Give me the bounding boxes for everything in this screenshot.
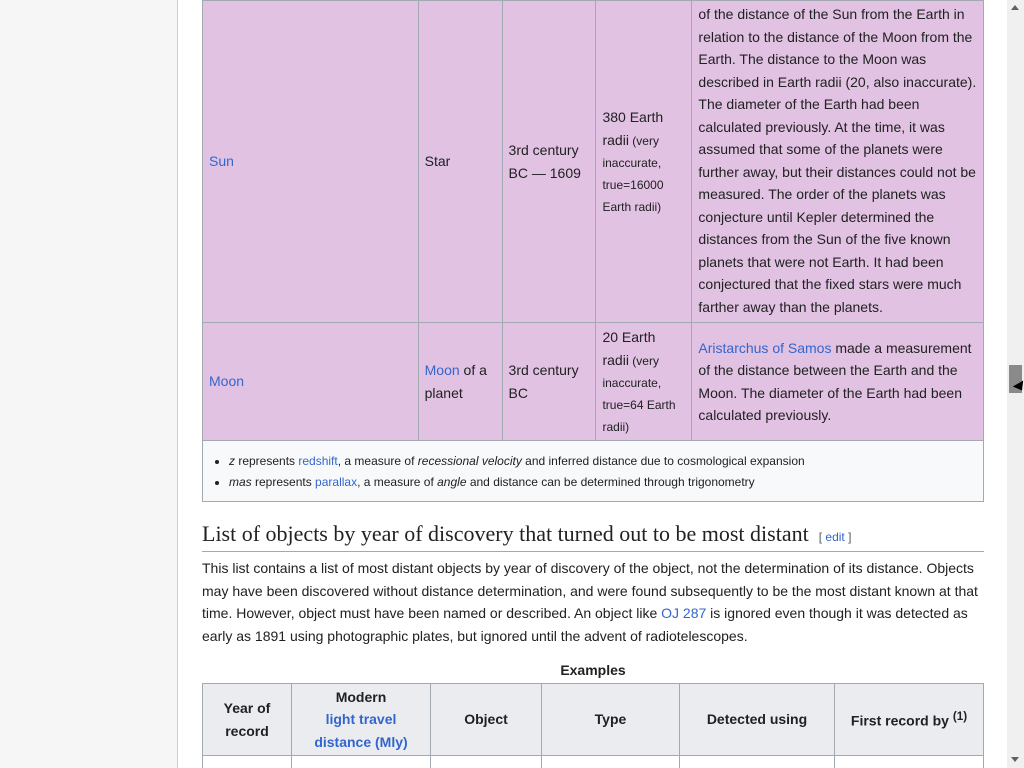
section-heading-text: List of objects by year of discovery tha…: [202, 521, 809, 546]
period-cell: 3rd century BC — 1609: [501, 0, 597, 323]
type-cell: Moon of a planet: [417, 322, 503, 441]
table-header-row: Year of record Modern light travel distan…: [202, 683, 984, 756]
header-object[interactable]: Object: [430, 683, 542, 756]
article-content: Sun Star 3rd century BC — 1609 380 Earth…: [177, 0, 1007, 768]
period-cell: 3rd century BC: [501, 322, 597, 441]
distance-cell: 20 Earth radii (very inaccurate, true=64…: [595, 322, 693, 441]
header-year[interactable]: Year of record: [202, 683, 292, 756]
sun-link[interactable]: Sun: [209, 153, 234, 169]
header-detected-using[interactable]: Detected using: [679, 683, 835, 756]
footnote-text: represents: [235, 454, 299, 468]
table-cell: [291, 755, 431, 768]
table-row: Sun Star 3rd century BC — 1609 380 Earth…: [202, 0, 984, 323]
footnote-item: z represents redshift, a measure of rece…: [229, 451, 973, 472]
distance-table: Sun Star 3rd century BC — 1609 380 Earth…: [202, 0, 984, 441]
header-modern-text: Modern: [335, 688, 387, 705]
light-travel-distance-link[interactable]: light travel distance (Mly): [314, 711, 407, 750]
header-type[interactable]: Type: [541, 683, 680, 756]
distance-cell: 380 Earth radii (very inaccurate, true=1…: [595, 0, 693, 323]
table-row: Moon Moon of a planet 3rd century BC 20 …: [202, 322, 984, 441]
table-cell: [202, 755, 292, 768]
header-first-sup: (1): [952, 710, 968, 724]
type-cell: Star: [417, 0, 503, 323]
footnote-text: represents: [251, 475, 316, 489]
object-cell: Sun: [202, 0, 419, 323]
moon-link[interactable]: Moon: [209, 373, 244, 389]
examples-table: Year of record Modern light travel distan…: [202, 683, 984, 768]
aristarchus-link[interactable]: Aristarchus of Samos: [698, 340, 831, 356]
section-heading: List of objects by year of discovery tha…: [202, 521, 984, 552]
examples-caption: Examples: [560, 662, 626, 678]
table-cell: [834, 755, 984, 768]
edit-link[interactable]: edit: [825, 530, 844, 544]
object-cell: Moon: [202, 322, 419, 441]
footnotes-box: z represents redshift, a measure of rece…: [202, 441, 984, 502]
footnote-text: , a measure of: [337, 454, 418, 468]
scroll-up-icon[interactable]: [1011, 5, 1019, 10]
table-cell: [679, 755, 835, 768]
moon-type-link[interactable]: Moon: [425, 362, 460, 378]
table-cell: [541, 755, 680, 768]
footnote-emphasis: angle: [437, 475, 467, 489]
table-cell: [430, 755, 542, 768]
parallax-link[interactable]: parallax: [315, 475, 357, 489]
footnote-text: , a measure of: [357, 475, 438, 489]
footnote-emphasis: recessional velocity: [417, 454, 522, 468]
header-first-text: First record by: [850, 713, 949, 730]
redshift-link[interactable]: redshift: [298, 454, 337, 468]
section-paragraph: This list contains a list of most distan…: [202, 557, 982, 647]
edit-section: [ edit ]: [818, 530, 852, 544]
footnote-text: and inferred distance due to cosmologica…: [521, 454, 805, 468]
scroll-down-icon[interactable]: [1011, 757, 1019, 762]
oj287-link[interactable]: OJ 287: [661, 605, 706, 621]
table-row: [202, 755, 984, 768]
notes-cell: of the distance of the Sun from the Eart…: [691, 0, 984, 323]
notes-cell: Aristarchus of Samos made a measurement …: [691, 322, 984, 441]
header-modern-distance[interactable]: Modern light travel distance (Mly): [291, 683, 431, 756]
footnote-text: and distance can be determined through t…: [466, 475, 755, 489]
header-first-record[interactable]: First record by (1): [834, 683, 984, 756]
article-body: Sun Star 3rd century BC — 1609 380 Earth…: [202, 0, 984, 768]
footnote-item: mas represents parallax, a measure of an…: [229, 472, 973, 493]
footnote-symbol: mas: [229, 475, 252, 489]
